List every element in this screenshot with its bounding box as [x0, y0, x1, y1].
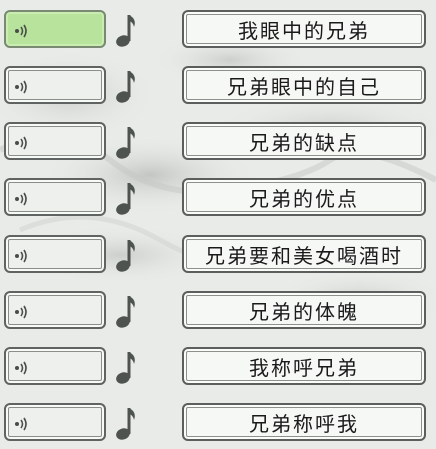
play-sound-button[interactable]	[4, 235, 106, 273]
answer-row: 兄弟的优点	[0, 178, 436, 222]
play-sound-button[interactable]	[4, 66, 106, 104]
answer-label-box[interactable]: 兄弟眼中的自己	[182, 66, 426, 104]
music-note-icon	[116, 183, 135, 215]
play-sound-button[interactable]	[4, 291, 106, 329]
answer-label-box[interactable]: 兄弟的缺点	[182, 122, 426, 160]
play-sound-button[interactable]	[4, 347, 106, 385]
play-sound-button[interactable]	[4, 403, 106, 441]
music-note-icon	[116, 127, 135, 159]
answer-label: 我称呼兄弟	[249, 355, 359, 380]
answer-row: 兄弟的缺点	[0, 122, 436, 166]
music-note-icon	[116, 15, 135, 47]
speaker-icon	[15, 305, 27, 319]
speaker-icon	[15, 417, 27, 431]
answer-label: 兄弟称呼我	[249, 411, 359, 436]
answer-label: 兄弟眼中的自己	[227, 74, 381, 99]
answer-row: 兄弟眼中的自己	[0, 66, 436, 110]
music-note-icon	[116, 296, 135, 328]
answer-row: 兄弟的体魄	[0, 291, 436, 335]
answer-label: 兄弟的缺点	[249, 130, 359, 155]
answer-row: 我眼中的兄弟	[0, 10, 436, 54]
play-sound-button[interactable]	[4, 10, 106, 48]
answer-label-box[interactable]: 兄弟要和美女喝酒时	[182, 235, 426, 273]
music-note-icon	[116, 408, 135, 440]
answer-label-box[interactable]: 兄弟称呼我	[182, 403, 426, 441]
answer-row: 兄弟称呼我	[0, 403, 436, 447]
answer-label: 兄弟要和美女喝酒时	[205, 243, 403, 268]
answer-label: 兄弟的体魄	[249, 299, 359, 324]
music-note-icon	[116, 352, 135, 384]
speaker-icon	[15, 136, 27, 150]
music-note-icon	[116, 71, 135, 103]
speaker-icon	[15, 361, 27, 375]
speaker-icon	[15, 24, 27, 38]
music-note-icon	[116, 240, 135, 272]
play-sound-button[interactable]	[4, 122, 106, 160]
speaker-icon	[15, 192, 27, 206]
answer-label: 我眼中的兄弟	[238, 18, 370, 43]
speaker-icon	[15, 80, 27, 94]
answer-label-box[interactable]: 兄弟的优点	[182, 178, 426, 216]
speaker-icon	[15, 249, 27, 263]
answer-label-box[interactable]: 兄弟的体魄	[182, 291, 426, 329]
answer-row: 兄弟要和美女喝酒时	[0, 235, 436, 279]
answer-row: 我称呼兄弟	[0, 347, 436, 391]
answer-label-box[interactable]: 我称呼兄弟	[182, 347, 426, 385]
answer-label: 兄弟的优点	[249, 186, 359, 211]
play-sound-button[interactable]	[4, 178, 106, 216]
answer-label-box[interactable]: 我眼中的兄弟	[182, 10, 426, 48]
